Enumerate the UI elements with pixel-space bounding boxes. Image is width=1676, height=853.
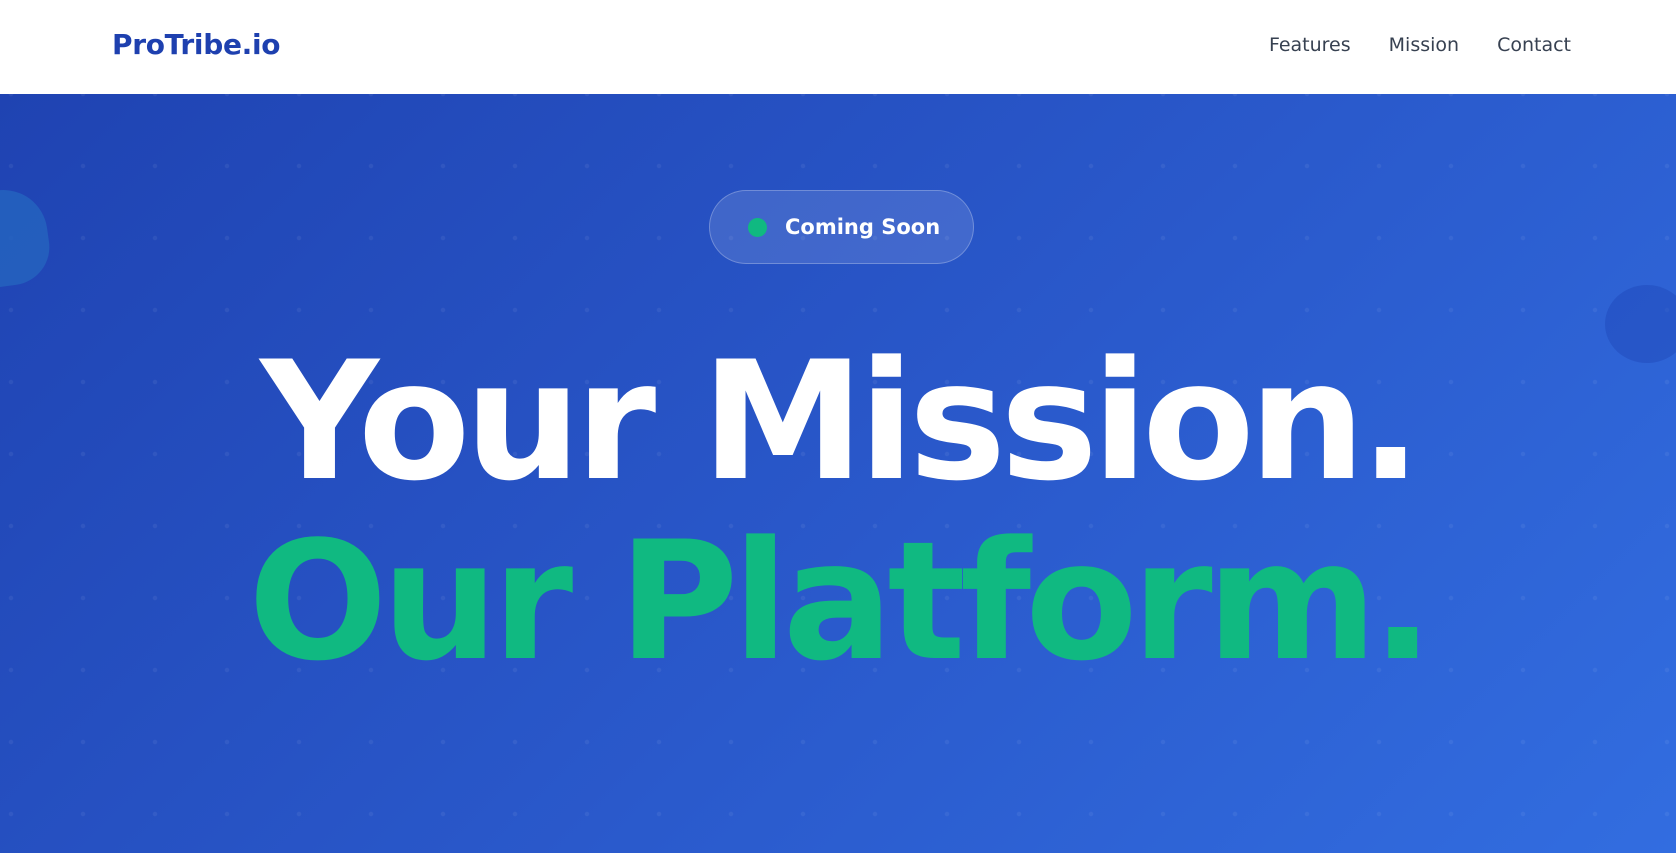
nav-link-features[interactable]: Features — [1269, 32, 1351, 58]
hero-section: Coming Soon Your Mission. Our Platform. — [0, 94, 1676, 853]
hero-headline-line1: Your Mission. — [260, 326, 1422, 517]
main-nav: Features Mission Contact — [1269, 32, 1571, 58]
logo[interactable]: ProTribe.io — [112, 27, 281, 63]
nav-link-contact[interactable]: Contact — [1497, 32, 1571, 58]
hero-headline-line2: Our Platform. — [248, 506, 1434, 697]
status-dot-icon — [748, 217, 767, 237]
coming-soon-badge: Coming Soon — [709, 190, 974, 264]
badge-label: Coming Soon — [785, 215, 941, 239]
top-navbar: ProTribe.io Features Mission Contact — [0, 0, 1676, 94]
nav-link-mission[interactable]: Mission — [1389, 32, 1459, 58]
